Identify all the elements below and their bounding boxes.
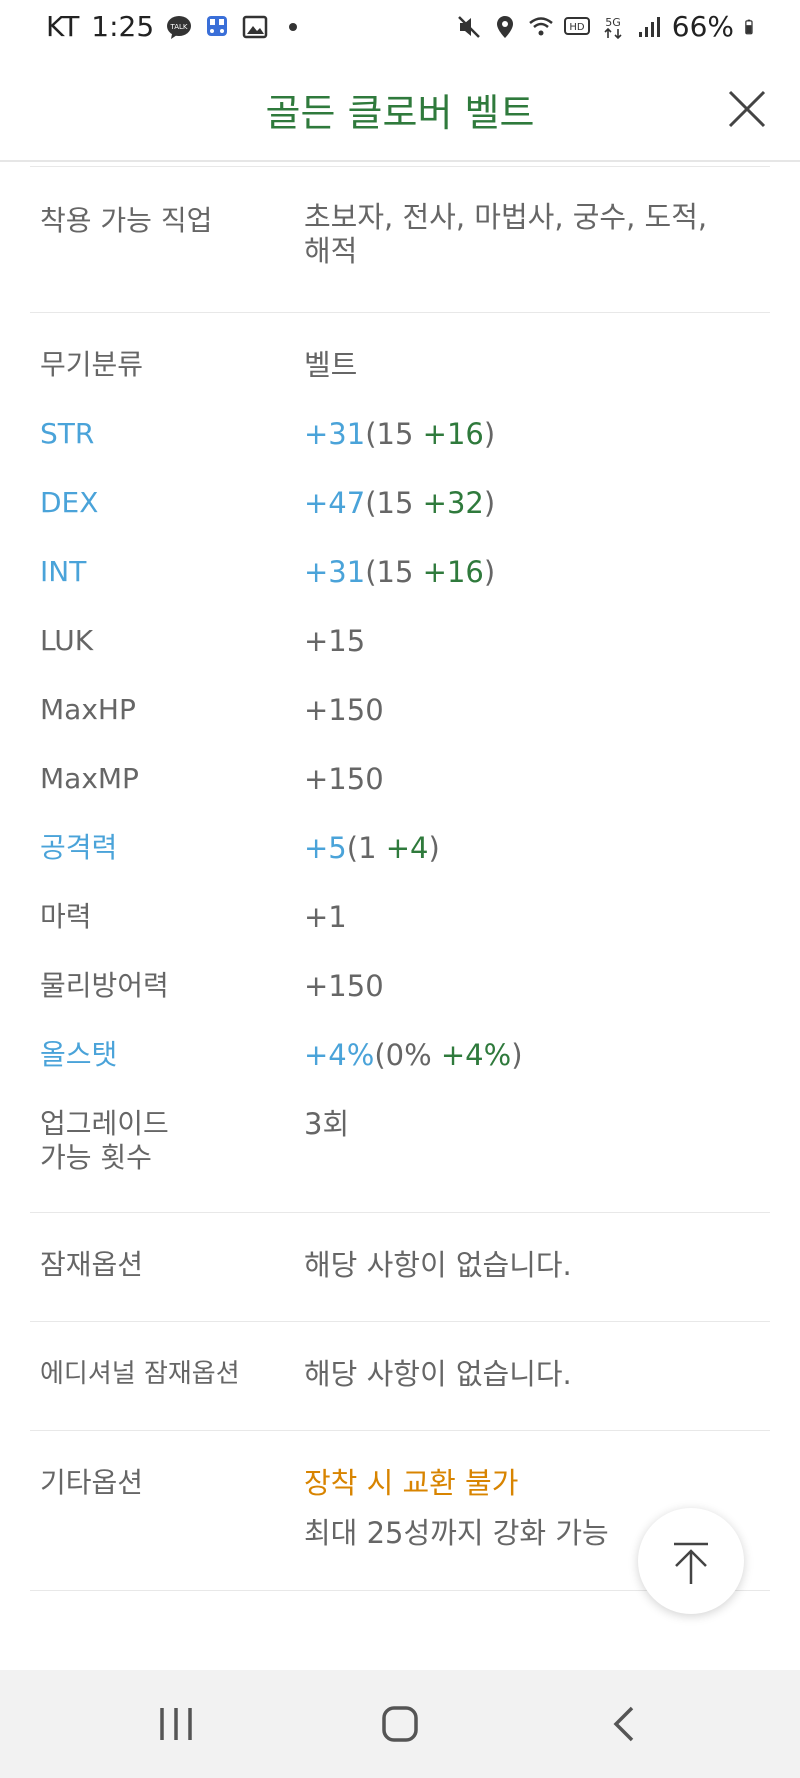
stat-value: +150 <box>304 969 384 1003</box>
divider <box>30 1430 770 1431</box>
stat-label: INT <box>40 555 87 588</box>
row-label: 착용 가능 직업 <box>40 204 213 237</box>
stat-bonus: +16 <box>422 417 484 451</box>
clock: 1:25 <box>91 10 155 43</box>
item-header: 골든 클로버 벨트 <box>0 62 800 162</box>
stat-label: DEX <box>40 486 99 519</box>
svg-text:HD: HD <box>569 22 585 33</box>
stat-label: 마력 <box>40 900 92 933</box>
stat-label: 업그레이드 가능 횟수 <box>40 1107 169 1175</box>
row-label: 잠재옵션 <box>40 1248 144 1281</box>
item-title: 골든 클로버 벨트 <box>265 91 535 135</box>
mute-icon <box>457 15 480 38</box>
svg-text:TALK: TALK <box>170 23 188 31</box>
stat-value: +5(1 +4) <box>304 831 440 865</box>
stat-base: 15 <box>376 555 414 589</box>
divider <box>30 1212 770 1213</box>
wifi-icon <box>528 16 553 35</box>
status-right: HD 5G 66% <box>456 10 760 43</box>
row-label: 에디셔널 잠재옵션 <box>40 1359 240 1389</box>
5g-icon: 5G <box>604 16 622 39</box>
stat-value: +150 <box>304 762 384 796</box>
stat-label: 올스탯 <box>40 1038 118 1071</box>
gallery-icon <box>242 15 268 38</box>
status-left: KT 1:25 TALK <box>46 10 306 43</box>
hd-icon: HD <box>563 16 590 35</box>
stat-bonus: +16 <box>422 555 484 589</box>
stat-total: +5 <box>304 831 347 865</box>
talk-icon: TALK <box>167 15 192 39</box>
battery-percent: 66% <box>671 10 734 43</box>
location-icon <box>496 15 513 38</box>
stat-value: +150 <box>304 693 384 727</box>
stat-label: 물리방어력 <box>40 969 169 1002</box>
recent-apps-icon[interactable] <box>136 1692 216 1756</box>
stat-total: +47 <box>304 486 366 520</box>
stat-bonus: +32 <box>422 486 484 520</box>
starforce-text: 최대 25성까지 강화 가능 <box>304 1516 609 1550</box>
scroll-to-top-button[interactable] <box>638 1508 744 1614</box>
stat-label: MaxHP <box>40 693 136 726</box>
stat-base: 1 <box>358 831 377 865</box>
dot-icon <box>289 22 298 31</box>
stat-label-line: 업그레이드 <box>40 1107 169 1140</box>
row-value: 장착 시 교환 불가 최대 25성까지 강화 가능 <box>304 1466 609 1550</box>
stat-value: +47(15 +32) <box>304 486 496 520</box>
signal-icon <box>638 16 660 37</box>
svg-text:5G: 5G <box>605 16 621 29</box>
stat-value: +31(15 +16) <box>304 417 496 451</box>
close-icon[interactable] <box>724 86 770 132</box>
row-label: 무기분류 <box>40 348 144 381</box>
stat-base: 15 <box>376 417 414 451</box>
stat-total: +31 <box>304 417 366 451</box>
stat-total: +31 <box>304 555 366 589</box>
stat-value: +15 <box>304 624 366 658</box>
stat-value: +31(15 +16) <box>304 555 496 589</box>
divider <box>30 1321 770 1322</box>
stat-bonus: +4 <box>385 831 429 865</box>
trade-restriction-text: 장착 시 교환 불가 <box>304 1466 519 1500</box>
stat-base: 15 <box>376 486 414 520</box>
battery-icon <box>745 19 753 34</box>
row-value: 벨트 <box>304 348 358 382</box>
carrier: KT <box>46 10 80 43</box>
arrow-up-icon <box>674 1542 708 1584</box>
stat-label: LUK <box>40 624 94 657</box>
row-value-line: 해적 <box>304 234 358 268</box>
transit-icon <box>207 15 228 36</box>
stat-label-line: 가능 횟수 <box>40 1141 152 1174</box>
stat-value: +4%(0% +4%) <box>304 1038 523 1072</box>
divider <box>30 166 770 167</box>
row-value-line: 초보자, 전사, 마법사, 궁수, 도적, <box>304 200 708 234</box>
row-value: 해당 사항이 없습니다. <box>304 1248 572 1282</box>
home-icon[interactable] <box>360 1692 440 1756</box>
row-label: 기타옵션 <box>40 1466 144 1499</box>
stat-total: +4% <box>304 1038 375 1072</box>
stat-value: 3회 <box>304 1107 350 1141</box>
divider <box>30 312 770 313</box>
stat-label: MaxMP <box>40 762 139 795</box>
system-nav-bar <box>0 1670 800 1778</box>
stat-label: 공격력 <box>40 831 118 864</box>
back-icon[interactable] <box>584 1692 664 1756</box>
stat-base: 0% <box>385 1038 432 1072</box>
row-value: 초보자, 전사, 마법사, 궁수, 도적, 해적 <box>304 200 707 268</box>
row-value: 해당 사항이 없습니다. <box>304 1357 572 1391</box>
status-bar: KT 1:25 TALK HD 5G 66% <box>0 0 800 62</box>
stat-label: STR <box>40 417 95 450</box>
stat-bonus: +4% <box>440 1038 512 1072</box>
stat-value: +1 <box>304 900 347 934</box>
